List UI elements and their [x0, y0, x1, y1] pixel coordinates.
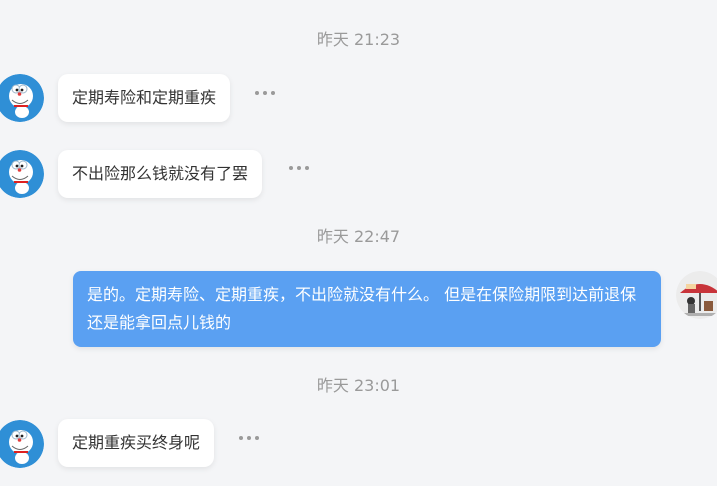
message-text: 不出险那么钱就没有了罢	[72, 164, 249, 183]
user-avatar-icon[interactable]	[676, 271, 717, 319]
message-bubble-incoming[interactable]: 定期寿险和定期重疾	[58, 74, 231, 122]
message-text: 是的。定期寿险、定期重疾，不出险就没有什么。 但是在保险期限到达前退保还是能拿回…	[87, 285, 637, 332]
timestamp: 昨天 22:47	[316, 227, 401, 246]
message-text: 定期寿险和定期重疾	[72, 88, 217, 107]
message-bubble-outgoing[interactable]: 是的。定期寿险、定期重疾，不出险就没有什么。 但是在保险期限到达前退保还是能拿回…	[73, 271, 661, 347]
doraemon-avatar-icon[interactable]	[0, 420, 44, 468]
more-options-icon[interactable]	[239, 434, 259, 442]
message-bubble-incoming[interactable]: 不出险那么钱就没有了罢	[58, 150, 263, 198]
more-options-icon[interactable]	[289, 164, 309, 172]
doraemon-avatar-icon[interactable]	[0, 74, 44, 122]
message-bubble-incoming[interactable]: 定期重疾买终身呢	[58, 419, 215, 467]
message-text: 定期重疾买终身呢	[72, 433, 201, 452]
timestamp: 昨天 21:23	[316, 30, 401, 49]
doraemon-avatar-icon[interactable]	[0, 150, 44, 198]
more-options-icon[interactable]	[255, 89, 275, 97]
timestamp: 昨天 23:01	[316, 376, 401, 395]
